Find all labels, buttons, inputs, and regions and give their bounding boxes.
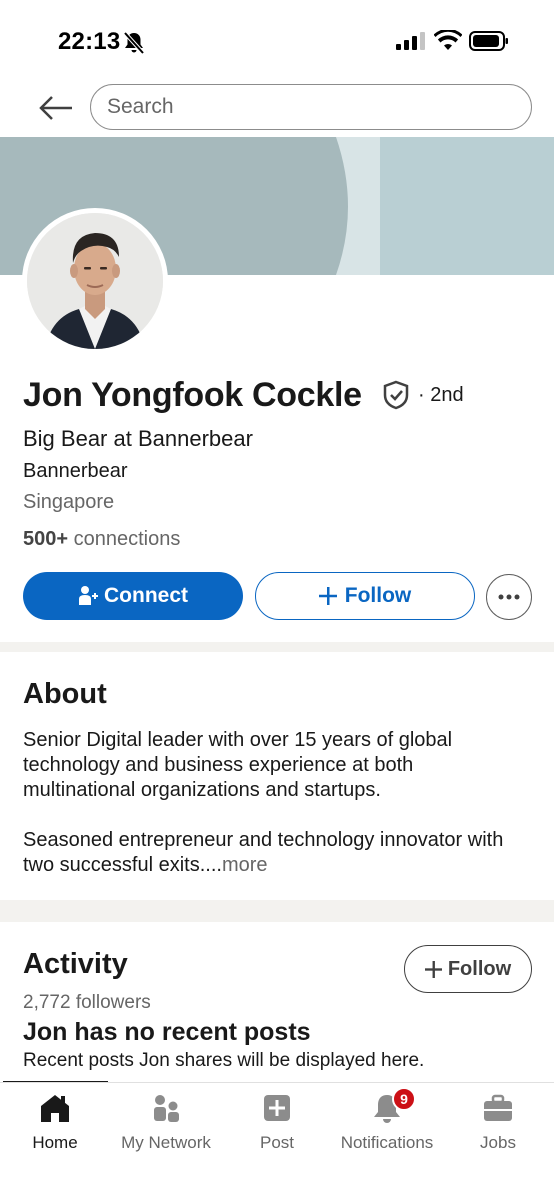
briefcase-icon [484,1094,512,1121]
nav-item-jobs[interactable]: Jobs [442,1083,554,1163]
profile-location: Singapore [23,491,115,513]
profile-headline: Big Bear at Bannerbear [23,426,253,451]
more-options-button[interactable] [486,574,532,620]
nav-label-notifications: Notifications [340,1133,434,1152]
post-icon [264,1095,290,1121]
network-icon [154,1095,179,1122]
nav-label-jobs: Jobs [480,1133,516,1152]
followers-count: 2,772 followers [23,992,151,1013]
notifications-icon-wrap: 9 [370,1087,416,1125]
status-time: 22:13 [58,28,121,55]
follow-button[interactable]: Follow [255,572,475,620]
search-input[interactable] [91,85,531,129]
no-posts-title: Jon has no recent posts [23,1018,311,1046]
nav-item-home[interactable]: Home [0,1083,110,1163]
home-icon [41,1095,69,1122]
bell-off-icon [123,31,145,55]
see-more-link[interactable]: more [222,854,268,876]
connect-label: Connect [104,584,188,607]
nav-item-notifications[interactable]: 9 Notifications [332,1083,442,1163]
bottom-nav: Home My Network Post 9 Notifications Job… [0,1082,554,1200]
nav-item-my-network[interactable]: My Network [110,1083,222,1163]
profile-name: Jon Yongfook Cockle [23,376,362,414]
profile-company[interactable]: Bannerbear [23,460,128,483]
cellular-signal-icon [396,32,425,50]
connect-button[interactable]: Connect [23,572,243,620]
back-arrow-icon[interactable] [36,90,76,126]
activity-follow-label: Follow [447,957,512,980]
section-divider [0,900,554,922]
add-person-icon [79,586,98,605]
battery-icon [469,31,508,51]
verified-shield-icon[interactable] [382,380,410,410]
section-divider [0,642,554,652]
notification-badge: 9 [392,1087,416,1111]
connections-number: 500+ [23,528,69,550]
activity-follow-button[interactable]: Follow [404,945,532,993]
status-bar: 22:13 [0,0,554,80]
avatar[interactable] [22,208,168,354]
ellipsis-icon [498,594,520,600]
profile-photo [27,213,163,349]
plus-icon [424,960,442,978]
connections-label: connections [73,528,181,550]
about-text: Senior Digital leader with over 15 years… [23,728,523,878]
plus-icon [318,587,337,605]
nav-item-post[interactable]: Post [222,1083,332,1163]
activity-title: Activity [23,948,128,980]
no-posts-subtitle: Recent posts Jon shares will be displaye… [23,1050,425,1071]
nav-label-my-network: My Network [121,1133,211,1152]
about-paragraph-2: Seasoned entrepreneur and technology inn… [23,828,523,878]
nav-label-post: Post [259,1133,295,1152]
search-box[interactable] [90,84,532,130]
follow-label: Follow [344,584,412,607]
about-title: About [23,678,107,710]
connections-count: 500+ connections [23,528,180,551]
nav-label-home: Home [32,1133,78,1152]
wifi-icon [434,30,462,50]
about-paragraph-1: Senior Digital leader with over 15 years… [23,729,453,801]
connection-degree: · 2nd [418,384,464,406]
